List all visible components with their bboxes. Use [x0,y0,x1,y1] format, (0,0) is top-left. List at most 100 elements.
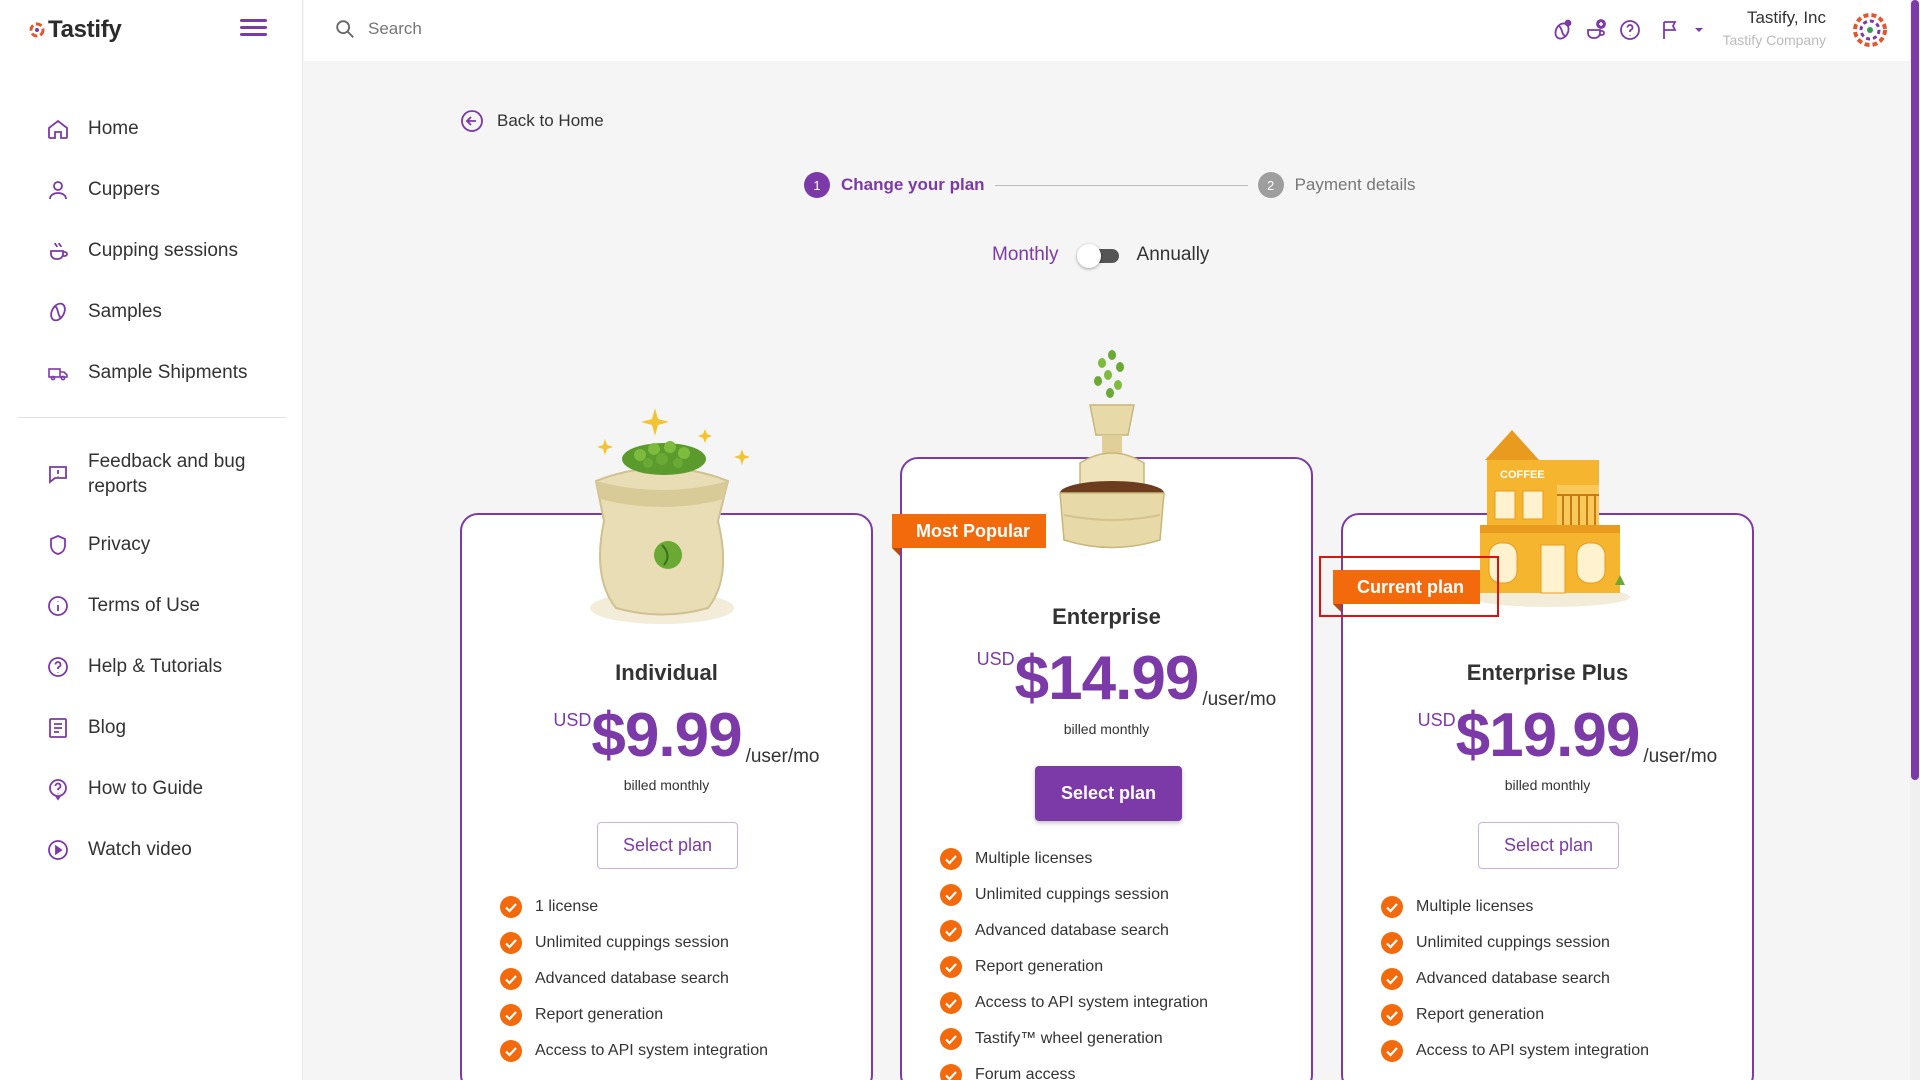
plan-stepper: 1 Change your plan 2 Payment details [804,172,1416,198]
sidebar-item-help[interactable]: Help & Tutorials [18,636,286,697]
select-plan-button[interactable]: Select plan [597,822,738,869]
coffee-sack-illustration [590,408,750,624]
feature-text: Advanced database search [535,970,729,987]
list-item: Multiple licenses [940,841,1208,877]
sidebar-item-blog[interactable]: Blog [18,697,286,758]
feature-text: Access to API system integration [975,994,1208,1011]
back-label: Back to Home [497,111,604,130]
list-item: 1 license [500,889,768,925]
sidebar-item-how-to-guide[interactable]: How to Guide [18,758,286,819]
bean-icon [50,302,66,321]
feature-text: Report generation [975,958,1104,975]
billing-note: billed monthly [1504,777,1591,793]
search-bar[interactable] [334,18,868,40]
sidebar-item-watch-video[interactable]: Watch video [18,819,286,880]
feature-text: Report generation [1416,1006,1545,1023]
company-logo-icon[interactable] [1852,12,1888,48]
check-circle-icon [1381,1040,1403,1062]
feature-list: Multiple licenses Unlimited cuppings ses… [1381,889,1649,1069]
feature-text: Advanced database search [1416,970,1610,987]
list-item: Access to API system integration [940,985,1208,1021]
back-to-home-link[interactable]: Back to Home [460,109,604,133]
company-subtitle: Tastify Company [1722,32,1826,48]
sidebar-item-samples[interactable]: Samples [18,281,286,342]
plan-name: Individual [615,660,718,685]
menu-toggle-button[interactable] [240,19,267,41]
check-circle-icon [940,992,962,1014]
feature-text: Access to API system integration [535,1042,768,1059]
sidebar-item-cupping-sessions[interactable]: Cupping sessions [18,220,286,281]
step-2-label: Payment details [1294,175,1416,194]
list-item: Report generation [1381,997,1649,1033]
sidebar-item-terms[interactable]: Terms of Use [18,575,286,636]
plan-name: Enterprise [1052,604,1161,629]
check-circle-icon [1381,896,1403,918]
help-icon[interactable] [1618,18,1642,42]
sidebar-item-home[interactable]: Home [18,98,286,159]
list-item: Multiple licenses [1381,889,1649,925]
plan-price: $19.99 [1455,701,1641,770]
sidebar-item-cuppers[interactable]: Cuppers [18,159,286,220]
currency-label: USD [553,710,592,730]
list-item: Advanced database search [940,913,1208,949]
step-connector [994,184,1248,186]
company-name: Tastify, Inc [1746,8,1826,27]
company-info[interactable]: Tastify, Inc Tastify Company [1723,8,1826,48]
sidebar-item-label: Home [88,118,139,139]
billing-note: billed monthly [1063,721,1150,737]
sidebar-item-label: Sample Shipments [88,362,248,383]
sidebar-item-label: Feedback and bug reports [88,451,246,497]
logo-text: Tastify [48,16,122,43]
sidebar-nav: Home Cuppers Cupping sessions Samples Sa… [18,98,286,880]
annually-label[interactable]: Annually [1137,244,1210,266]
sidebar-item-feedback[interactable]: Feedback and bug reports [18,434,286,514]
sidebar-item-label: Help & Tutorials [88,656,223,677]
ribbon-tab [892,514,900,548]
sidebar-item-label: How to Guide [88,778,204,799]
scrollbar-thumb[interactable] [1911,0,1919,780]
billing-toggle[interactable] [1076,243,1119,268]
chevron-down-icon[interactable] [1692,23,1706,37]
feature-text: Forum access [975,1066,1076,1080]
sidebar-item-label: Terms of Use [88,595,200,616]
coffee-sign-text: COFFEE [1500,469,1545,481]
monthly-label[interactable]: Monthly [992,244,1059,266]
select-plan-button[interactable]: Select plan [1478,822,1619,869]
document-icon [49,717,67,738]
flag-icon[interactable] [1658,18,1682,42]
search-input[interactable] [368,19,868,39]
feature-text: Report generation [535,1006,664,1023]
tastify-logo[interactable]: Tastify [29,16,122,44]
list-item: Access to API system integration [1381,1033,1649,1069]
bean-notification-icon[interactable] [1550,18,1574,42]
check-circle-icon [940,884,962,906]
check-circle-icon [940,920,962,942]
search-icon [336,20,354,38]
coffee-roaster-illustration [1059,350,1165,549]
check-circle-icon [1381,932,1403,954]
price-unit: /user/mo [1202,689,1277,710]
plan-name: Enterprise Plus [1466,660,1629,685]
feature-text: Advanced database search [975,922,1169,939]
list-item: Advanced database search [500,961,768,997]
list-item: Forum access [940,1057,1208,1080]
sidebar-item-privacy[interactable]: Privacy [18,514,286,575]
feature-text: 1 license [535,898,599,915]
check-circle-icon [940,1064,962,1080]
feature-text: Tastify™ wheel generation [975,1030,1163,1047]
plan-price: $9.99 [591,701,742,770]
list-item: Access to API system integration [500,1033,768,1069]
sidebar: Tastify Home Cuppers Cupping sessions Sa… [0,0,303,1080]
check-circle-icon [500,968,522,990]
guide-icon [49,778,67,801]
step-1-number: 1 [804,172,830,198]
step-2-number: 2 [1257,172,1284,198]
sidebar-item-sample-shipments[interactable]: Sample Shipments [18,342,286,403]
cup-add-icon[interactable] [1584,18,1608,42]
plan-price: $14.99 [1014,644,1200,713]
list-item: Unlimited cuppings session [1381,925,1649,961]
select-plan-button[interactable]: Select plan [1035,766,1182,821]
list-item: Unlimited cuppings session [500,925,768,961]
logo-icon [29,22,45,38]
list-item: Tastify™ wheel generation [940,1021,1208,1057]
